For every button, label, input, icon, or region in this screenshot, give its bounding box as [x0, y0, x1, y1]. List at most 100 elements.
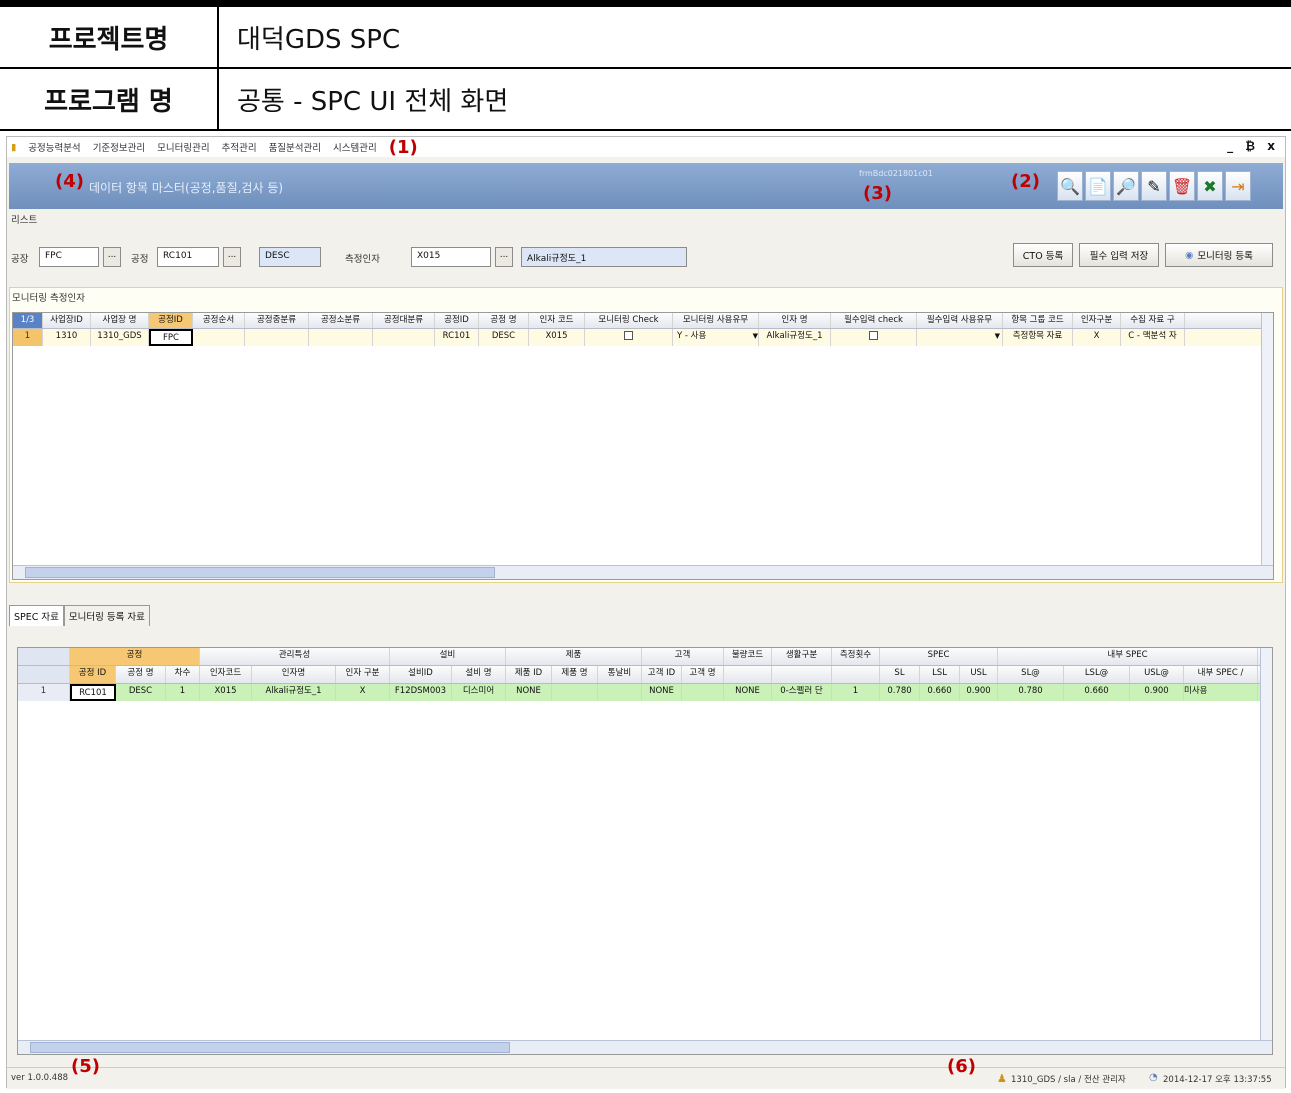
- table-cell-active[interactable]: RC101: [70, 684, 116, 701]
- table-cell[interactable]: [552, 684, 598, 701]
- process-lookup-button[interactable]: ...: [223, 247, 241, 267]
- required-save-button[interactable]: 필수 입력 저장: [1079, 243, 1159, 267]
- table-cell[interactable]: 측정항목 자료: [1003, 329, 1073, 346]
- menu-item-monitoring[interactable]: 모니터링관리: [157, 140, 209, 154]
- menu-item-reference[interactable]: 기준정보관리: [93, 140, 145, 154]
- grid-col-header[interactable]: 제품 명: [552, 666, 598, 683]
- table-cell[interactable]: X015: [200, 684, 252, 701]
- grid-col-header[interactable]: USL: [960, 666, 998, 683]
- grid-col-header[interactable]: 설비ID: [390, 666, 452, 683]
- grid-col-header[interactable]: 통날비: [598, 666, 642, 683]
- grid-col-header[interactable]: 내부 SPEC /: [1184, 666, 1258, 683]
- table-cell[interactable]: 1: [832, 684, 880, 701]
- grid-col-header[interactable]: 고객 ID: [642, 666, 682, 683]
- factory-input[interactable]: FPC: [39, 247, 99, 267]
- table-cell[interactable]: C - 맥분석 자: [1121, 329, 1185, 346]
- table-cell[interactable]: 1310: [43, 329, 91, 346]
- grid-col-header[interactable]: USL@: [1130, 666, 1184, 683]
- grid-col-header[interactable]: 차수: [166, 666, 200, 683]
- table-cell[interactable]: 0.780: [880, 684, 920, 701]
- grid-col-header[interactable]: 모니터링 사용유무: [673, 313, 759, 328]
- exit-icon[interactable]: ⇥: [1225, 171, 1251, 201]
- chevron-down-icon[interactable]: ▼: [995, 332, 1000, 340]
- grid-col-header[interactable]: 공정중분류: [245, 313, 309, 328]
- grid-col-header[interactable]: 인자 구분: [336, 666, 390, 683]
- grid-col-header[interactable]: 공정소분류: [309, 313, 373, 328]
- monitor-grid-hscroll-thumb[interactable]: [25, 567, 495, 578]
- menu-item-quality[interactable]: 품질분석관리: [269, 140, 321, 154]
- table-cell[interactable]: DESC: [479, 329, 529, 346]
- grid-col-header[interactable]: 공정 ID: [70, 666, 116, 683]
- table-cell[interactable]: DESC: [116, 684, 166, 701]
- table-cell[interactable]: [682, 684, 724, 701]
- table-cell[interactable]: Alkali규정도_1: [759, 329, 831, 346]
- table-cell[interactable]: [245, 329, 309, 346]
- table-cell[interactable]: F12DSM003: [390, 684, 452, 701]
- grid-col-header[interactable]: SL@: [998, 666, 1064, 683]
- table-cell[interactable]: 1: [166, 684, 200, 701]
- table-cell[interactable]: 0.900: [960, 684, 998, 701]
- menu-item-capability[interactable]: 공정능력분석: [28, 140, 80, 154]
- menu-item-system[interactable]: 시스템관리: [333, 140, 377, 154]
- new-icon[interactable]: 📄: [1085, 171, 1111, 201]
- grid-col-header[interactable]: LSL@: [1064, 666, 1130, 683]
- window-controls[interactable]: _ ₿ x: [1227, 139, 1279, 153]
- monitor-checkbox[interactable]: [624, 331, 633, 340]
- grid-col-header[interactable]: 인자구분: [1073, 313, 1121, 328]
- required-use-select[interactable]: ▼: [917, 329, 1003, 346]
- table-cell[interactable]: 1310_GDS: [91, 329, 149, 346]
- grid-col-header[interactable]: 1/3: [13, 313, 43, 328]
- table-cell[interactable]: [373, 329, 435, 346]
- cto-register-button[interactable]: CTO 등록: [1013, 243, 1073, 267]
- table-cell[interactable]: X: [336, 684, 390, 701]
- tab-monitor-register[interactable]: 모니터링 등록 자료: [63, 605, 150, 626]
- table-cell[interactable]: NONE: [642, 684, 682, 701]
- spec-grid-hscroll[interactable]: [18, 1040, 1272, 1054]
- grid-col-header[interactable]: 공정ID: [435, 313, 479, 328]
- grid-col-header[interactable]: 설비 명: [452, 666, 506, 683]
- grid-col-header[interactable]: 공정대분류: [373, 313, 435, 328]
- grid-col-header[interactable]: 인자 명: [759, 313, 831, 328]
- grid-col-header[interactable]: 공정 명: [116, 666, 166, 683]
- search-icon[interactable]: 🔍: [1057, 171, 1083, 201]
- spec-grid-vscroll[interactable]: [1260, 648, 1272, 1040]
- grid-col-header[interactable]: 필수입력 사용유무: [917, 313, 1003, 328]
- factor-input[interactable]: X015: [411, 247, 491, 267]
- menu-item-tracking[interactable]: 추적관리: [222, 140, 257, 154]
- table-cell[interactable]: [598, 684, 642, 701]
- table-cell[interactable]: Alkali규정도_1: [252, 684, 336, 701]
- table-cell[interactable]: 0-스펠러 단: [772, 684, 832, 701]
- process-input[interactable]: RC101: [157, 247, 219, 267]
- table-cell-active[interactable]: FPC: [149, 329, 193, 346]
- grid-col-header[interactable]: 고객 명: [682, 666, 724, 683]
- monitor-grid-hscroll[interactable]: [13, 565, 1273, 579]
- table-cell[interactable]: RC101: [435, 329, 479, 346]
- required-checkbox[interactable]: [869, 331, 878, 340]
- table-row[interactable]: 1 RC101 DESC 1 X015 Alkali규정도_1 X F12DSM…: [18, 684, 1272, 701]
- factor-lookup-button[interactable]: ...: [495, 247, 513, 267]
- required-check-cell[interactable]: [831, 329, 917, 346]
- grid-col-header[interactable]: 인자명: [252, 666, 336, 683]
- table-cell[interactable]: 미사용: [1184, 684, 1258, 701]
- tab-spec[interactable]: SPEC 자료: [9, 605, 64, 626]
- table-cell[interactable]: 0.660: [920, 684, 960, 701]
- table-cell[interactable]: X015: [529, 329, 585, 346]
- grid-col-header[interactable]: 사업장ID: [43, 313, 91, 328]
- spec-grid-hscroll-thumb[interactable]: [30, 1042, 510, 1053]
- monitor-grid-vscroll[interactable]: [1261, 313, 1273, 565]
- table-cell[interactable]: NONE: [724, 684, 772, 701]
- grid-col-header[interactable]: 인자 코드: [529, 313, 585, 328]
- monitor-use-select[interactable]: Y - 사용 ▼: [673, 329, 759, 346]
- chevron-down-icon[interactable]: ▼: [753, 329, 758, 344]
- table-cell[interactable]: 0.780: [998, 684, 1064, 701]
- excel-icon[interactable]: ✖: [1197, 171, 1223, 201]
- grid-col-header[interactable]: 제품 ID: [506, 666, 552, 683]
- delete-icon[interactable]: 🗑: [1169, 171, 1195, 201]
- grid-col-header[interactable]: 필수입력 check: [831, 313, 917, 328]
- monitor-check-cell[interactable]: [585, 329, 673, 346]
- monitor-register-button[interactable]: ◉ 모니터링 등록: [1165, 243, 1273, 267]
- table-cell[interactable]: NONE: [506, 684, 552, 701]
- grid-col-header[interactable]: 사업장 명: [91, 313, 149, 328]
- table-cell[interactable]: 0.900: [1130, 684, 1184, 701]
- table-row[interactable]: 1 1310 1310_GDS FPC RC101 DESC X015 Y - …: [13, 329, 1273, 346]
